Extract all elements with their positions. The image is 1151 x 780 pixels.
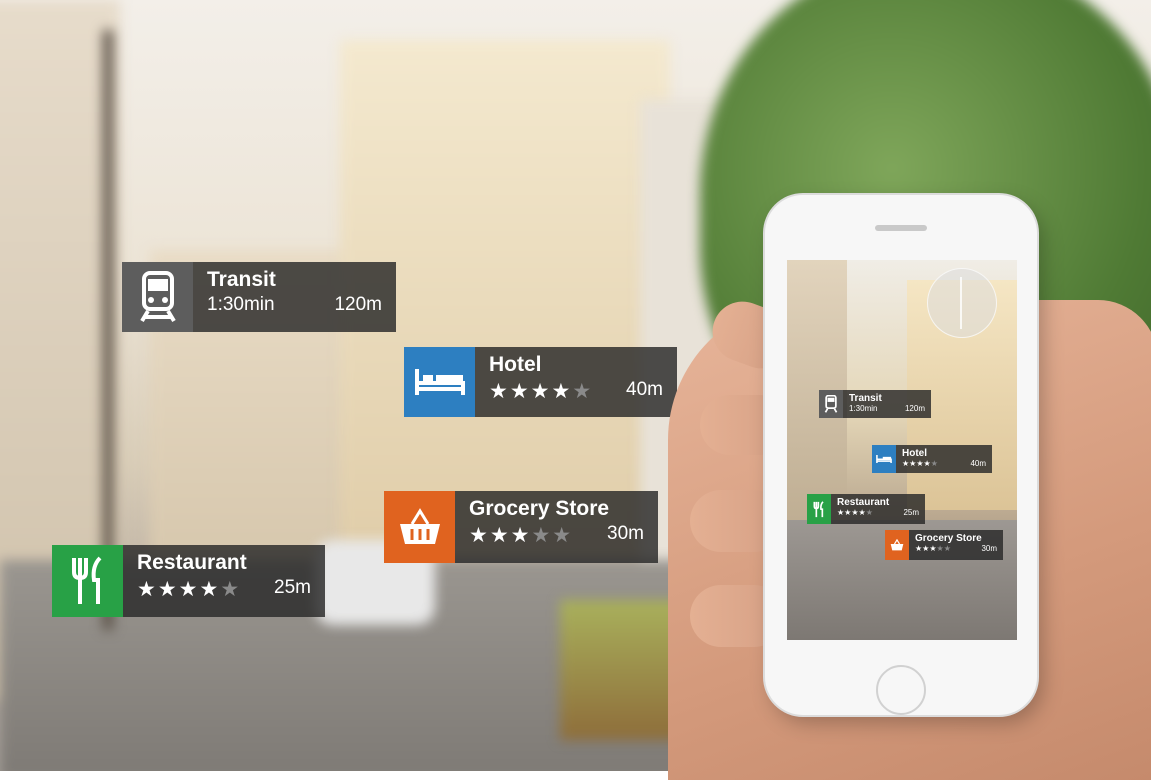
phone-hotel-rating-stars: ★★★★★ xyxy=(902,459,938,468)
phone-transit-distance: 120m xyxy=(904,404,925,413)
hotel-rating-stars: ★★★★★ xyxy=(489,380,594,403)
basket-icon xyxy=(384,491,455,563)
fork-knife-icon xyxy=(52,545,123,617)
transit-distance: 120m xyxy=(334,294,382,315)
train-icon xyxy=(122,262,193,332)
transit-time: 1:30min xyxy=(207,294,275,315)
phone-transit-title: Transit xyxy=(849,393,882,404)
smartphone: Transit 1:30min 120m Hotel ★★★★★ 40m Res… xyxy=(765,195,1037,715)
bed-icon xyxy=(404,347,475,417)
phone-hotel-marker[interactable]: Hotel ★★★★★ 40m xyxy=(872,445,992,473)
restaurant-marker[interactable]: Restaurant ★★★★★ 25m xyxy=(52,545,325,617)
grocery-title: Grocery Store xyxy=(469,497,610,520)
bed-icon xyxy=(872,445,896,473)
phone-transit-time: 1:30min xyxy=(849,404,878,413)
phone-grocery-marker[interactable]: Grocery Store ★★★★★ 30m xyxy=(885,530,1003,560)
fork-knife-icon xyxy=(807,494,831,524)
home-button[interactable] xyxy=(876,665,926,715)
restaurant-title: Restaurant xyxy=(137,551,247,574)
hotel-marker[interactable]: Hotel ★★★★★ 40m xyxy=(404,347,677,417)
hotel-distance: 40m xyxy=(626,379,663,400)
hotel-title: Hotel xyxy=(489,353,542,376)
compass-icon[interactable] xyxy=(927,268,997,338)
restaurant-rating-stars: ★★★★★ xyxy=(137,578,242,601)
phone-restaurant-distance: 25m xyxy=(903,508,919,517)
basket-icon xyxy=(885,530,909,560)
street-lamp xyxy=(103,30,113,630)
phone-grocery-distance: 30m xyxy=(981,544,997,553)
phone-restaurant-rating-stars: ★★★★★ xyxy=(837,508,873,517)
phone-restaurant-marker[interactable]: Restaurant ★★★★★ 25m xyxy=(807,494,925,524)
train-icon xyxy=(819,390,843,418)
phone-speaker xyxy=(875,225,927,231)
grocery-rating-stars: ★★★★★ xyxy=(469,524,574,547)
phone-restaurant-title: Restaurant xyxy=(837,497,890,508)
grocery-distance: 30m xyxy=(607,523,644,544)
transit-title: Transit xyxy=(207,268,276,291)
transit-marker[interactable]: Transit 1:30min 120m xyxy=(122,262,396,332)
phone-hotel-title: Hotel xyxy=(902,448,927,459)
restaurant-distance: 25m xyxy=(274,577,311,598)
phone-transit-marker[interactable]: Transit 1:30min 120m xyxy=(819,390,931,418)
phone-grocery-title: Grocery Store xyxy=(915,533,982,544)
grocery-marker[interactable]: Grocery Store ★★★★★ 30m xyxy=(384,491,658,563)
phone-hotel-distance: 40m xyxy=(970,459,986,468)
phone-screen[interactable]: Transit 1:30min 120m Hotel ★★★★★ 40m Res… xyxy=(787,260,1017,640)
phone-grocery-rating-stars: ★★★★★ xyxy=(915,544,951,553)
